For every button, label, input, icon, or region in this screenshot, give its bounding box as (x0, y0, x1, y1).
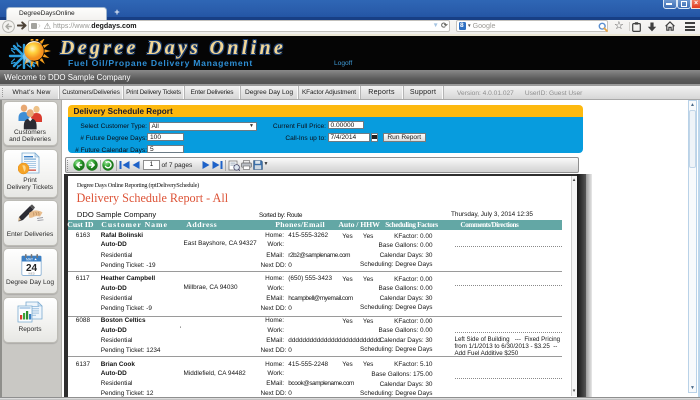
svg-text:WED: WED (28, 271, 35, 275)
